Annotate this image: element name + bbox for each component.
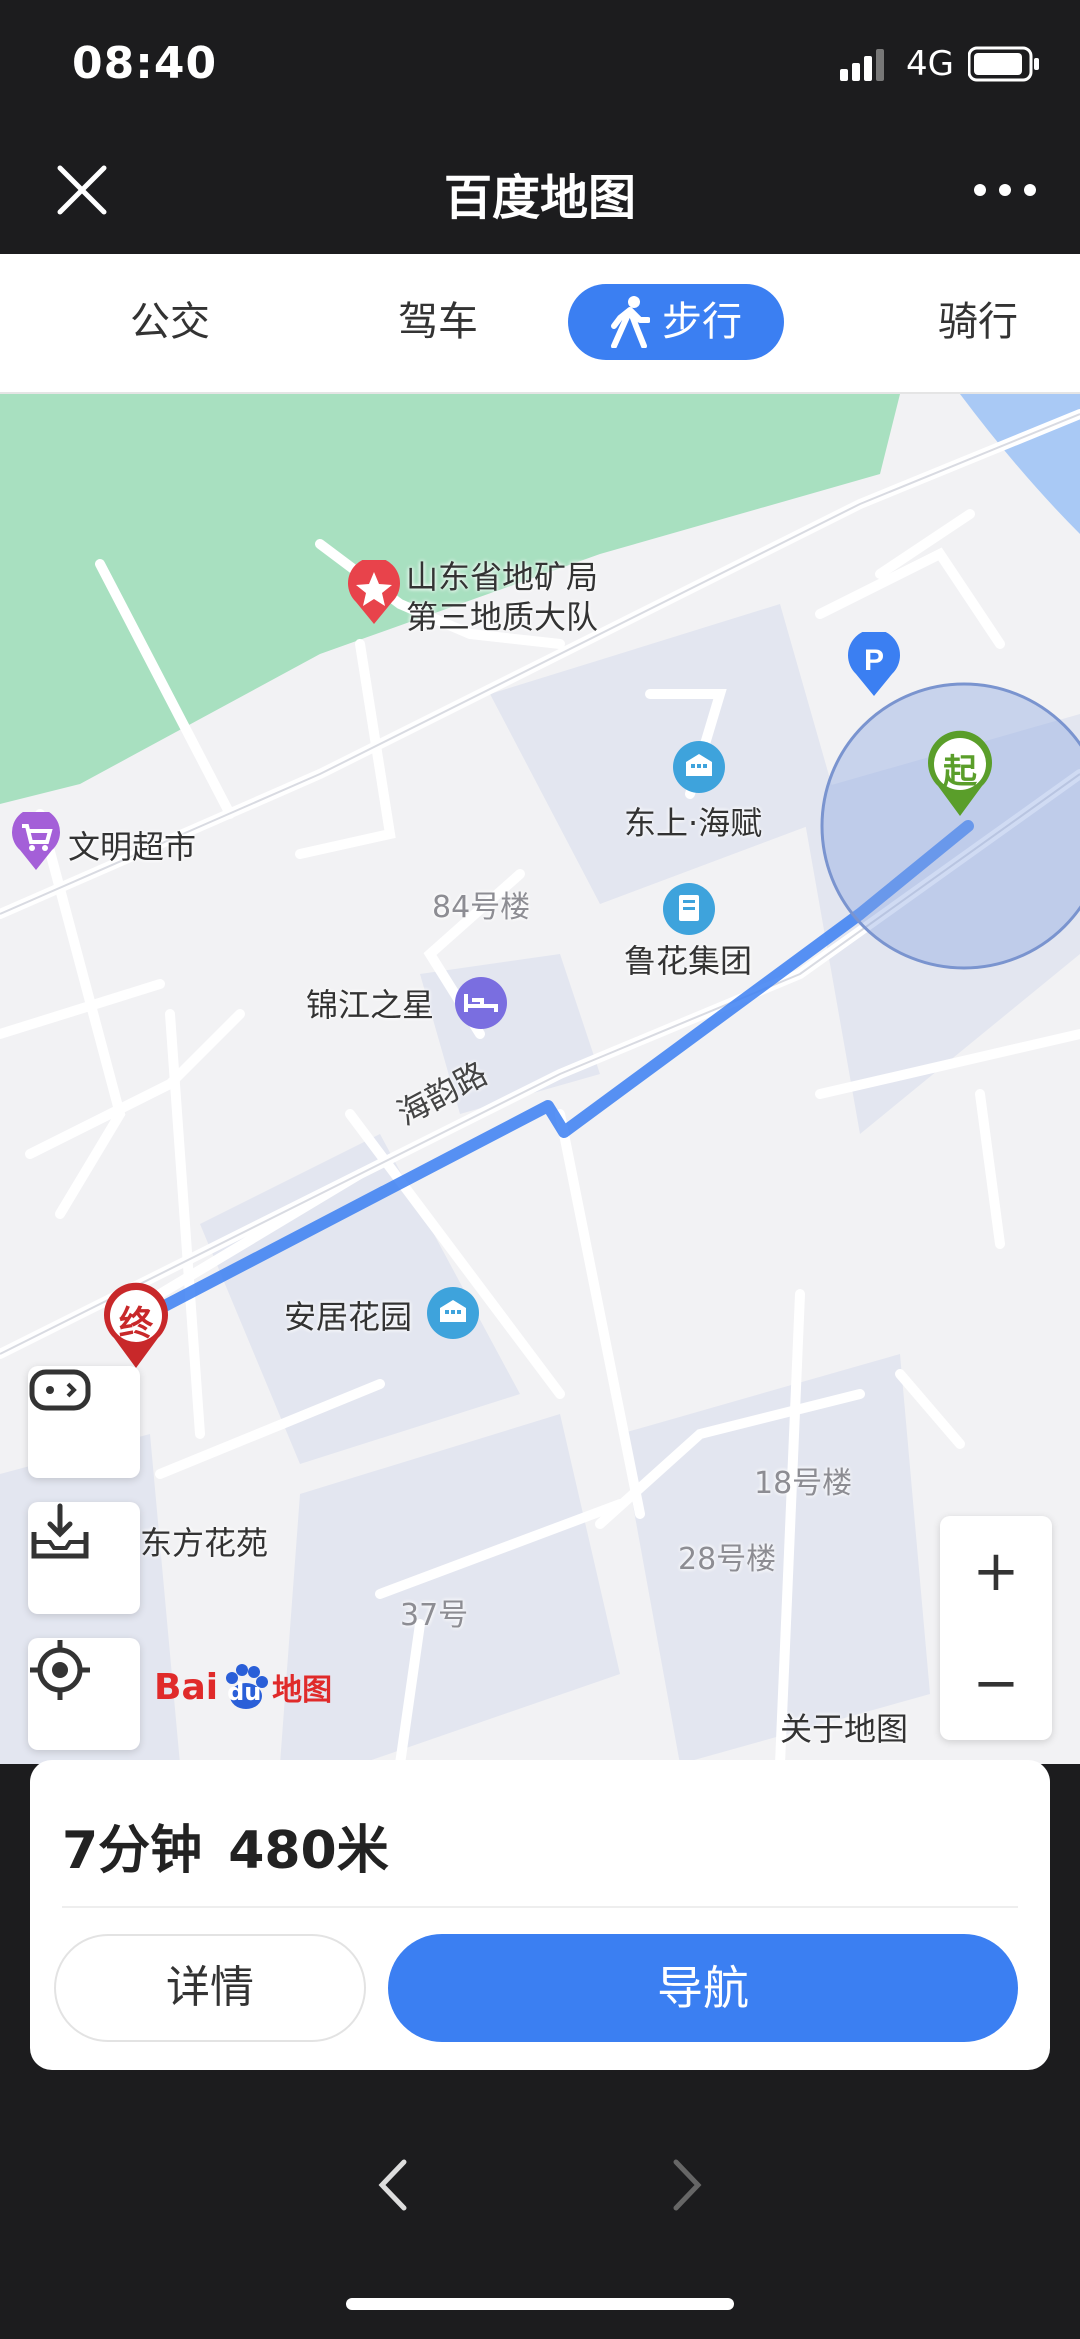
poi-label: 文明超市 [68, 828, 197, 866]
start-marker-label: 起 [943, 752, 977, 792]
shopping-cart-icon [12, 812, 60, 870]
route-summary-card: 7分钟 480米 详情 导航 [30, 1760, 1050, 2070]
back-arrow-icon[interactable] [360, 2150, 430, 2220]
locate-button[interactable] [28, 1638, 140, 1750]
download-map-button[interactable] [28, 1502, 140, 1614]
poi-dongfang: 东方花苑 [140, 1524, 269, 1562]
status-time: 08:40 [72, 38, 218, 89]
zoom-controls: + − [940, 1516, 1052, 1740]
baidu-logo: Bai du 地图 [154, 1664, 332, 1710]
tab-walking-label: 步行 [662, 299, 742, 345]
route-time: 7分钟 [62, 1821, 203, 1881]
title-bar: 百度地图 [0, 130, 1080, 254]
travel-mode-tabs: 公交 驾车 步行 骑行 [0, 254, 1080, 394]
locate-icon [30, 1640, 90, 1700]
details-button[interactable]: 详情 [54, 1934, 366, 2042]
svg-text:P: P [864, 644, 884, 677]
navigate-button[interactable]: 导航 [388, 1934, 1018, 2042]
poi-label: 锦江之星 [306, 986, 435, 1024]
tab-walking[interactable]: 步行 [568, 284, 784, 360]
tab-driving[interactable]: 驾车 [368, 284, 508, 360]
page-title: 百度地图 [443, 170, 636, 226]
map-view[interactable]: 起 终 山东省地矿局 第三地质大队 P 文明超市 东上·海赋 84号楼 鲁花集团… [0, 394, 1080, 1764]
network-type: 4G [906, 44, 954, 84]
battery-icon [968, 46, 1039, 82]
start-marker[interactable]: 起 [924, 728, 996, 818]
signal-icon [840, 49, 885, 81]
paw-icon: du [222, 1664, 269, 1710]
status-icons: 4G [840, 44, 1040, 84]
forward-arrow-icon[interactable] [650, 2150, 720, 2220]
logo-text-du: du [227, 1678, 262, 1706]
zoom-in-button[interactable]: + [940, 1516, 1052, 1628]
poi-building-18: 18号楼 [754, 1466, 853, 1501]
about-map-link[interactable]: 关于地图 [780, 1704, 908, 1750]
end-marker-label: 终 [119, 1304, 153, 1344]
parking-icon: P [848, 632, 900, 696]
building-icon [673, 741, 725, 793]
tab-transit[interactable]: 公交 [100, 284, 240, 360]
route-distance: 480米 [228, 1821, 389, 1881]
more-icon[interactable] [960, 160, 1050, 220]
poi-building-28: 28号楼 [678, 1542, 777, 1577]
poi-label: 东上·海赋 [624, 804, 763, 842]
hotel-icon [455, 977, 507, 1029]
home-indicator[interactable] [346, 2298, 734, 2310]
poi-building-84: 84号楼 [432, 890, 531, 925]
end-marker[interactable]: 终 [100, 1280, 172, 1370]
status-bar: 08:40 4G [0, 0, 1080, 130]
layer-toggle-button[interactable] [28, 1366, 140, 1478]
logo-text-bai: Bai [154, 1666, 219, 1708]
star-marker-icon [348, 560, 400, 624]
logo-text-suffix: 地图 [272, 1673, 333, 1708]
poi-label: 第三地质大队 [406, 598, 599, 636]
poi-building-37: 37号 [400, 1598, 469, 1633]
walking-icon [611, 296, 650, 348]
office-icon [663, 883, 715, 935]
zoom-out-button[interactable]: − [940, 1628, 1052, 1740]
residential-icon [427, 1287, 479, 1339]
tab-cycling[interactable]: 骑行 [908, 284, 1048, 360]
route-summary: 7分钟 480米 [62, 1808, 415, 1883]
poi-label: 鲁花集团 [624, 942, 753, 980]
robot-icon [29, 1369, 91, 1411]
poi-label: 安居花园 [284, 1298, 413, 1336]
download-icon [31, 1503, 89, 1559]
divider [62, 1906, 1018, 1908]
